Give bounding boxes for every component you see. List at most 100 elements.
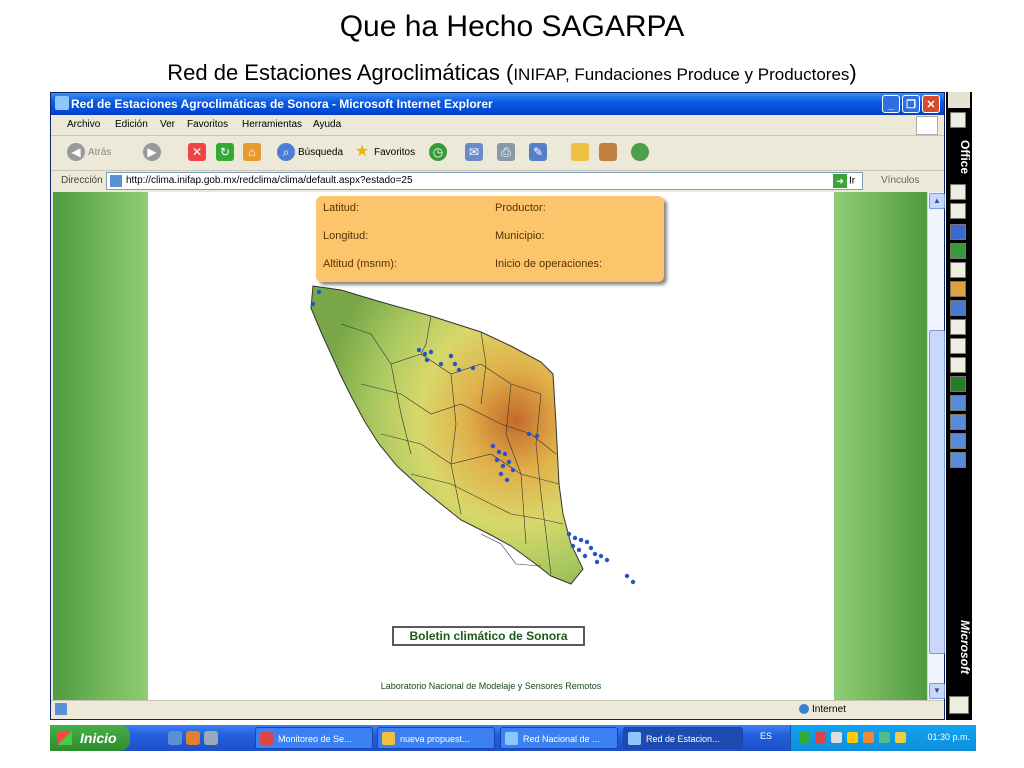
back-button[interactable]: ◀ Atrás [67, 143, 111, 163]
go-button[interactable]: ➜ Ir [833, 174, 855, 188]
station-marker[interactable] [594, 559, 600, 565]
office-globe-icon-1[interactable] [950, 395, 966, 411]
office-globe-icon-4[interactable] [950, 452, 966, 468]
office-excel-icon[interactable] [950, 243, 966, 259]
station-marker[interactable] [592, 551, 598, 557]
scroll-thumb[interactable] [929, 330, 945, 654]
quicklaunch-ie-icon[interactable] [168, 731, 182, 745]
station-marker[interactable] [526, 431, 532, 437]
task-red-nacional[interactable]: Red Nacional de ... [500, 727, 618, 749]
boletin-button[interactable]: Boletin climático de Sonora [392, 626, 585, 646]
messenger-button[interactable] [631, 143, 652, 163]
office-app-icon-1[interactable] [950, 184, 966, 200]
station-marker[interactable] [438, 361, 444, 367]
tray-icon-5[interactable] [863, 732, 874, 743]
station-marker[interactable] [584, 539, 590, 545]
station-marker[interactable] [500, 463, 506, 469]
links-toolbar[interactable]: Vínculos [881, 175, 919, 186]
tray-icon-2[interactable] [815, 732, 826, 743]
station-marker[interactable] [470, 365, 476, 371]
office-bottom-icon[interactable] [949, 696, 969, 714]
station-marker[interactable] [452, 361, 458, 367]
task-nueva-propuesta[interactable]: nueva propuest... [377, 727, 495, 749]
quicklaunch-desktop-icon[interactable] [204, 731, 218, 745]
sonora-station-map[interactable] [301, 284, 681, 604]
station-marker[interactable] [456, 367, 462, 373]
station-marker[interactable] [604, 557, 610, 563]
vertical-scrollbar[interactable]: ▲ ▼ [927, 192, 945, 700]
office-folder-icon[interactable] [950, 112, 966, 128]
station-marker[interactable] [572, 535, 578, 541]
favorites-button[interactable]: ★ Favoritos [353, 143, 415, 163]
station-marker[interactable] [502, 451, 508, 457]
station-marker[interactable] [510, 467, 516, 473]
station-marker[interactable] [310, 301, 316, 307]
home-button[interactable]: ⌂ [243, 143, 264, 163]
office-app-icon-2[interactable] [950, 203, 966, 219]
office-folder-icon-2[interactable] [950, 338, 966, 354]
scroll-down-arrow[interactable]: ▼ [929, 683, 945, 699]
language-indicator[interactable]: ES [760, 731, 772, 741]
mail-button[interactable]: ✉ [465, 143, 486, 163]
office-outlook-icon[interactable] [950, 224, 966, 240]
office-access-icon[interactable] [950, 281, 966, 297]
start-button[interactable]: Inicio [50, 725, 130, 751]
office-globe-icon-2[interactable] [950, 414, 966, 430]
office-app-icon-3[interactable] [950, 319, 966, 335]
address-input[interactable]: http://clima.inifap.gob.mx/redclima/clim… [106, 172, 863, 190]
station-marker[interactable] [576, 547, 582, 553]
station-marker[interactable] [490, 443, 496, 449]
folder-button[interactable] [571, 143, 592, 163]
search-button[interactable]: ⌕ Búsqueda [277, 143, 343, 163]
office-clock-icon-2[interactable] [950, 357, 966, 373]
menu-ver[interactable]: Ver [160, 119, 175, 130]
stop-button[interactable]: ✕ [188, 143, 209, 163]
tray-icon-3[interactable] [831, 732, 842, 743]
quicklaunch-outlook-icon[interactable] [186, 731, 200, 745]
menu-archivo[interactable]: Archivo [67, 119, 100, 130]
station-marker[interactable] [630, 579, 636, 585]
station-marker[interactable] [570, 543, 576, 549]
menu-ayuda[interactable]: Ayuda [313, 119, 341, 130]
office-bar-handle[interactable] [948, 92, 970, 108]
print-button[interactable]: ⎙ [497, 143, 518, 163]
station-marker[interactable] [416, 347, 422, 353]
station-marker[interactable] [448, 353, 454, 359]
close-button[interactable]: ✕ [922, 95, 940, 113]
menu-edicion[interactable]: Edición [115, 119, 148, 130]
station-marker[interactable] [588, 545, 594, 551]
station-marker[interactable] [316, 289, 322, 295]
station-marker[interactable] [422, 351, 428, 357]
tray-icon-7[interactable] [895, 732, 906, 743]
station-marker[interactable] [424, 357, 430, 363]
edit-button[interactable]: ✎ [529, 143, 550, 163]
maximize-button[interactable]: ❐ [902, 95, 920, 113]
research-button[interactable] [599, 143, 620, 163]
minimize-button[interactable]: _ [882, 95, 900, 113]
tray-icon-6[interactable] [879, 732, 890, 743]
refresh-button[interactable]: ↻ [216, 143, 237, 163]
clock[interactable]: 01:30 p.m. [927, 732, 970, 742]
station-marker[interactable] [496, 449, 502, 455]
station-marker[interactable] [582, 553, 588, 559]
tray-icon-1[interactable] [799, 732, 810, 743]
station-marker[interactable] [534, 433, 540, 439]
task-red-estaciones[interactable]: Red de Estacion... [623, 727, 743, 749]
office-word-icon[interactable] [950, 300, 966, 316]
station-marker[interactable] [504, 477, 510, 483]
station-marker[interactable] [506, 459, 512, 465]
menu-herramientas[interactable]: Herramientas [242, 119, 302, 130]
office-globe-icon-3[interactable] [950, 433, 966, 449]
menu-favoritos[interactable]: Favoritos [187, 119, 228, 130]
title-bar[interactable]: Red de Estaciones Agroclimáticas de Sono… [51, 93, 944, 115]
office-clock-icon[interactable] [950, 262, 966, 278]
office-app-icon-4[interactable] [950, 376, 966, 392]
station-marker[interactable] [566, 531, 572, 537]
station-marker[interactable] [494, 457, 500, 463]
history-button[interactable]: ◷ [429, 143, 450, 163]
station-marker[interactable] [598, 553, 604, 559]
tray-icon-4[interactable] [847, 732, 858, 743]
forward-button[interactable]: ▶ [143, 143, 164, 163]
station-marker[interactable] [578, 537, 584, 543]
station-marker[interactable] [428, 349, 434, 355]
